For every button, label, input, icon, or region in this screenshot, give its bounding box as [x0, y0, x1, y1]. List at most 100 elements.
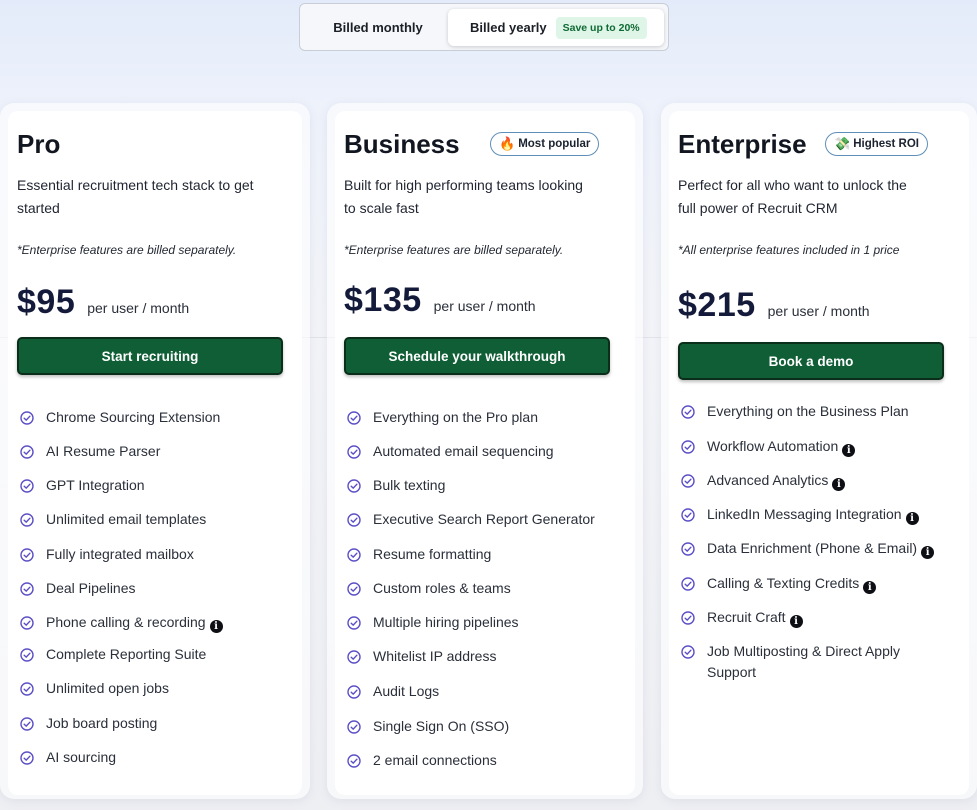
plan-description: Built for high performing teams looking …: [344, 177, 583, 216]
feature-text: Audit Logs: [373, 683, 440, 699]
feature-item: Job board posting: [20, 713, 157, 734]
plan-billing-note: *Enterprise features are billed separate…: [344, 243, 564, 257]
feature-text: Data Enrichment (Phone & Email) i: [707, 538, 935, 559]
plan-card-pro: Pro Essential recruitment tech stack to g…: [0, 103, 310, 799]
feature-text: Everything on the Pro plan: [373, 409, 538, 425]
info-icon[interactable]: i: [209, 620, 223, 633]
feature-text: Single Sign On (SSO): [373, 718, 510, 734]
feature-text: Resume formatting: [373, 546, 492, 562]
feature-item: Chrome Sourcing Extension: [20, 407, 220, 428]
info-icon[interactable]: i: [905, 512, 919, 525]
check-circle-icon: [681, 404, 695, 419]
feature-item: Bulk texting: [347, 475, 445, 496]
feature-item: Data Enrichment (Phone & Email) i: [681, 538, 935, 559]
check-circle-icon: [681, 541, 695, 556]
plan-card-enterprise: Enterprise 💸 Highest ROI Perfect for all…: [661, 103, 977, 799]
feature-text: Workflow Automation i: [707, 436, 856, 457]
feature-text: Job board posting: [46, 715, 158, 731]
feature-text: Job Multiposting & Direct Apply Support: [707, 643, 900, 680]
check-circle-icon: [681, 576, 695, 591]
plan-name: Enterprise: [678, 129, 807, 159]
feature-text: 2 email connections: [373, 752, 497, 768]
check-circle-icon: [681, 473, 695, 488]
plan-name: Pro: [17, 129, 61, 159]
feature-text: Fully integrated mailbox: [46, 546, 194, 562]
plan-badge: 💸 Highest ROI: [825, 132, 928, 156]
feature-text: AI sourcing: [46, 749, 117, 765]
plan-billing-note: *Enterprise features are billed separate…: [17, 243, 237, 257]
price-amount: $95: [17, 283, 76, 321]
plan-card-body: Business 🔥 Most popular Built for high p…: [335, 111, 635, 795]
feature-item: Recruit Craft i: [681, 607, 803, 628]
feature-text: Complete Reporting Suite: [46, 646, 207, 662]
check-circle-icon: [347, 444, 361, 459]
check-circle-icon: [347, 478, 361, 493]
feature-item: Job Multiposting & Direct Apply Support: [681, 641, 901, 683]
check-circle-icon: [347, 615, 361, 630]
feature-text: Advanced Analytics i: [707, 470, 846, 491]
check-circle-icon: [347, 410, 361, 425]
feature-item: Calling & Texting Credits i: [681, 573, 877, 594]
business-cta-button[interactable]: Schedule your walkthrough: [344, 337, 610, 375]
billing-toggle: Billed monthly Billed yearly Save up to …: [299, 3, 669, 51]
feature-item: Whitelist IP address: [347, 646, 496, 667]
feature-text: Deal Pipelines: [46, 580, 136, 596]
feature-text: Automated email sequencing: [373, 443, 554, 459]
check-circle-icon: [20, 681, 34, 696]
feature-text: AI Resume Parser: [46, 443, 161, 459]
check-circle-icon: [347, 512, 361, 527]
plan-card-body: Pro Essential recruitment tech stack to g…: [8, 111, 302, 795]
feature-item: Custom roles & teams: [347, 578, 511, 599]
billed-yearly-label: Billed yearly: [470, 20, 547, 35]
feature-item: Executive Search Report Generator: [347, 509, 595, 530]
check-circle-icon: [681, 610, 695, 625]
price-amount: $135: [344, 281, 422, 319]
price-amount: $215: [678, 286, 756, 324]
check-circle-icon: [20, 444, 34, 459]
info-icon[interactable]: i: [921, 546, 935, 559]
feature-text: Multiple hiring pipelines: [373, 614, 519, 630]
info-icon[interactable]: i: [832, 478, 846, 491]
check-circle-icon: [20, 750, 34, 765]
check-circle-icon: [347, 649, 361, 664]
feature-item: Everything on the Pro plan: [347, 407, 538, 428]
plan-name: Business: [344, 129, 460, 159]
feature-text: LinkedIn Messaging Integration i: [707, 504, 919, 525]
info-icon[interactable]: i: [842, 444, 856, 457]
pro-cta-button[interactable]: Start recruiting: [17, 337, 283, 375]
feature-item: Audit Logs: [347, 681, 439, 702]
billed-monthly-option[interactable]: Billed monthly: [304, 8, 452, 46]
plan-badge: 🔥 Most popular: [490, 132, 600, 156]
check-circle-icon: [681, 507, 695, 522]
feature-text: Phone calling & recording i: [46, 612, 223, 633]
price-row: $215 per user / month: [678, 286, 870, 325]
feature-item: Unlimited email templates: [20, 509, 206, 530]
plan-badge-label: Most popular: [518, 138, 591, 150]
feature-text: Chrome Sourcing Extension: [46, 409, 221, 425]
plan-badge-label: Highest ROI: [853, 138, 919, 150]
price-unit: per user / month: [433, 298, 536, 314]
feature-text: Unlimited open jobs: [46, 680, 169, 696]
check-circle-icon: [681, 439, 695, 454]
plan-card-business: Business 🔥 Most popular Built for high p…: [327, 103, 643, 799]
billed-yearly-option[interactable]: Billed yearly Save up to 20%: [448, 9, 664, 46]
feature-item: AI Resume Parser: [20, 441, 160, 462]
plan-billing-note: *All enterprise features included in 1 p…: [678, 243, 900, 257]
check-circle-icon: [20, 716, 34, 731]
enterprise-cta-button[interactable]: Book a demo: [678, 342, 944, 380]
feature-item: Phone calling & recording i: [20, 612, 223, 633]
price-unit: per user / month: [87, 300, 190, 316]
info-icon[interactable]: i: [863, 581, 877, 594]
feature-text: Recruit Craft i: [707, 607, 803, 628]
info-icon[interactable]: i: [789, 615, 803, 628]
check-circle-icon: [20, 512, 34, 527]
feature-item: Everything on the Business Plan: [681, 401, 909, 422]
feature-text: Bulk texting: [373, 477, 446, 493]
check-circle-icon: [347, 547, 361, 562]
feature-item: Complete Reporting Suite: [20, 644, 206, 665]
feature-item: Fully integrated mailbox: [20, 544, 194, 565]
price-row: $135 per user / month: [344, 281, 536, 320]
feature-text: Everything on the Business Plan: [707, 403, 909, 419]
fire-icon: 🔥: [499, 136, 516, 151]
check-circle-icon: [20, 615, 34, 630]
